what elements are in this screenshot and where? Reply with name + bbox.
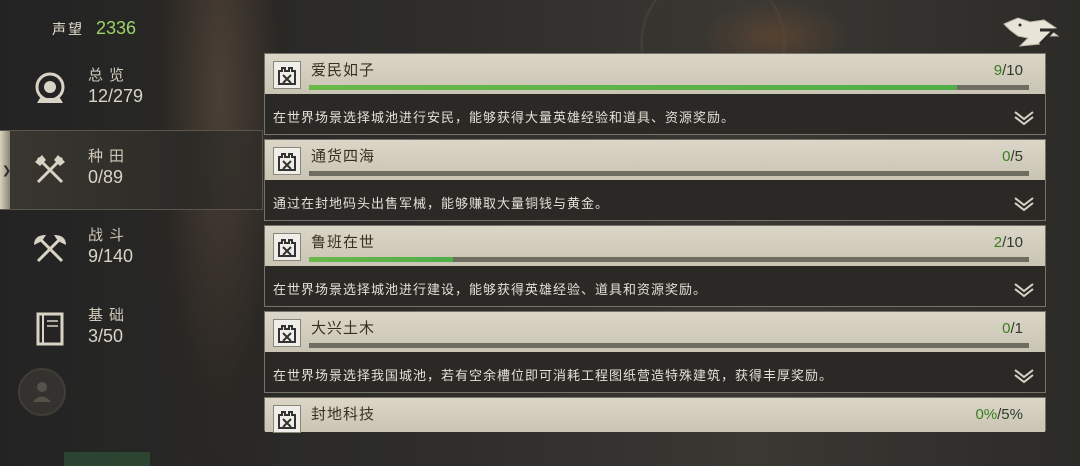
task-progress-text: 2/10: [994, 234, 1023, 251]
expand-chevron-icon[interactable]: [1013, 110, 1035, 126]
sidebar-item-count: 12/279: [88, 86, 144, 106]
overview-icon: [35, 72, 65, 103]
task-item[interactable]: 通货四海 0/5 通过在封地码头出售军械，能够赚取大量铜钱与黄金。: [264, 139, 1046, 221]
task-header: 爱民如子 9/10: [265, 54, 1045, 94]
sidebar-item-count: 9/140: [88, 246, 134, 266]
sidebar-item-label: 种田: [88, 147, 131, 165]
fortress-icon: [273, 147, 301, 175]
task-description: 在世界场景选择城池进行安民，能够获得大量英雄经验和道具、资源奖励。: [273, 111, 736, 126]
task-header: 封地科技 0%/5%: [265, 398, 1045, 433]
back-button[interactable]: [1000, 14, 1062, 50]
task-progress-total: /1: [1010, 320, 1023, 337]
reputation-label: 声望: [52, 22, 84, 38]
sidebar-item-battle[interactable]: 战斗 9/140: [0, 210, 262, 288]
fortress-icon: [273, 319, 301, 347]
task-title: 鲁班在世: [311, 233, 376, 251]
bottom-strip: [64, 452, 150, 466]
active-indicator-icon: ❯: [2, 164, 12, 177]
expand-chevron-icon[interactable]: [1013, 196, 1035, 212]
reputation-value: 2336: [96, 18, 137, 38]
task-header: 大兴土木 0/1: [265, 312, 1045, 352]
task-progress-text: 9/10: [994, 62, 1023, 79]
sidebar-item-overview[interactable]: 总览 12/279: [0, 50, 262, 128]
book-icon: [36, 312, 64, 346]
task-progress-total: /5%: [997, 406, 1023, 423]
sidebar-item-label: 基础: [88, 306, 131, 324]
task-list: 爱民如子 9/10 在世界场景选择城池进行安民，能够获得大量英雄经验和道具、资源…: [264, 53, 1046, 435]
task-progress-total: /10: [1002, 234, 1023, 251]
task-progress-total: /10: [1002, 62, 1023, 79]
reputation-display: 声望 2336: [52, 18, 136, 39]
task-title: 封地科技: [311, 405, 376, 423]
task-description: 在世界场景选择城池进行建设，能够获得英雄经验、道具和资源奖励。: [273, 283, 708, 298]
background-figure: [700, 0, 850, 60]
expand-chevron-icon[interactable]: [1013, 368, 1035, 384]
task-progress-done: 2: [993, 234, 1003, 251]
task-item[interactable]: 爱民如子 9/10 在世界场景选择城池进行安民，能够获得大量英雄经验和道具、资源…: [264, 53, 1046, 135]
task-header: 鲁班在世 2/10: [265, 226, 1045, 266]
task-description: 通过在封地码头出售军械，能够赚取大量铜钱与黄金。: [273, 197, 610, 212]
fortress-icon: [273, 61, 301, 89]
crossed-axes-icon: [35, 155, 65, 184]
task-item[interactable]: 大兴土木 0/1 在世界场景选择我国城池，若有空余槽位即可消耗工程图纸营造特殊建…: [264, 311, 1046, 393]
task-title: 通货四海: [311, 147, 376, 165]
task-progress-fill: [309, 257, 453, 262]
sidebar-item-farming[interactable]: ❯ 种田 0/89: [0, 130, 263, 210]
dragon-back-icon: [1003, 17, 1060, 47]
person-icon: [33, 382, 51, 402]
task-header: 通货四海 0/5: [265, 140, 1045, 180]
fortress-icon: [273, 405, 301, 433]
task-item[interactable]: 封地科技 0%/5%: [264, 397, 1046, 433]
task-progress-text: 0/5: [1002, 148, 1023, 165]
fortress-icon: [273, 233, 301, 261]
task-progress-done: 9: [993, 62, 1003, 79]
task-progress-bar: [309, 171, 1029, 176]
task-progress-text: 0/1: [1002, 320, 1023, 337]
sidebar-item-basic[interactable]: 基础 3/50: [0, 290, 262, 368]
task-progress-done: 0%: [975, 406, 998, 423]
task-progress-bar: [309, 85, 1029, 90]
avatar-button[interactable]: [18, 368, 66, 416]
task-title: 大兴土木: [311, 319, 376, 337]
task-item[interactable]: 鲁班在世 2/10 在世界场景选择城池进行建设，能够获得英雄经验、道具和资源奖励…: [264, 225, 1046, 307]
task-description: 在世界场景选择我国城池，若有空余槽位即可消耗工程图纸营造特殊建筑，获得丰厚奖励。: [273, 369, 834, 384]
task-progress-total: /5: [1010, 148, 1023, 165]
task-progress-fill: [309, 85, 957, 90]
task-progress-bar: [309, 343, 1029, 348]
task-progress-text: 0%/5%: [975, 406, 1023, 423]
crossed-battle-axes-icon: [34, 235, 66, 263]
sidebar-item-count: 0/89: [88, 167, 124, 187]
expand-chevron-icon[interactable]: [1013, 282, 1035, 298]
task-title: 爱民如子: [311, 61, 376, 79]
sidebar-item-count: 3/50: [88, 326, 124, 346]
sidebar-item-label: 战斗: [88, 226, 131, 244]
task-progress-bar: [309, 257, 1029, 262]
sidebar-item-label: 总览: [88, 66, 131, 84]
